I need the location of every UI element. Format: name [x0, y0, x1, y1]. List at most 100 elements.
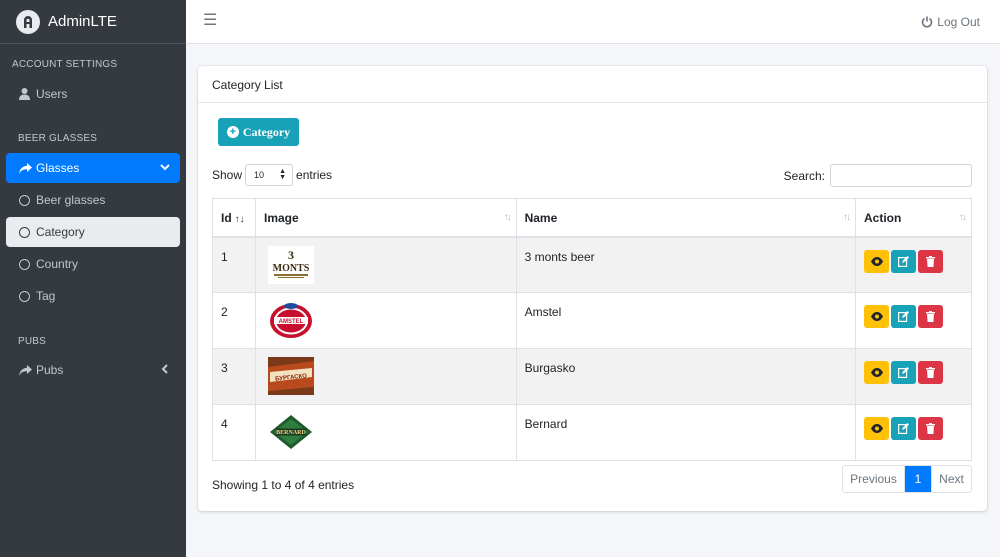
cell-actions: [855, 404, 972, 461]
delete-button[interactable]: [918, 361, 944, 384]
share-icon: [19, 364, 33, 376]
circle-icon: [19, 194, 33, 206]
sidebar-item-label: Tag: [36, 289, 56, 303]
burgasko-logo: БУРГАСКО: [267, 357, 314, 395]
edit-button[interactable]: [891, 361, 917, 384]
cell-name: Amstel: [515, 292, 857, 349]
edit-icon: [898, 255, 910, 267]
svg-text:AMSTEL: AMSTEL: [279, 319, 304, 325]
view-button[interactable]: [864, 417, 890, 440]
view-button[interactable]: [864, 361, 890, 384]
edit-icon: [898, 367, 910, 378]
sidebar-item-beer-glasses[interactable]: Beer glasses: [6, 185, 180, 215]
sidebar-item-tag[interactable]: Tag: [6, 281, 180, 311]
sort-icon: ↑↓: [843, 212, 851, 223]
svg-text:BERNARD: BERNARD: [276, 430, 306, 436]
trash-icon: [926, 367, 936, 378]
delete-button[interactable]: [918, 305, 944, 328]
cell-actions: [855, 348, 972, 405]
section-account-settings: ACCOUNT SETTINGS: [12, 59, 118, 70]
sort-icon: ↑↓: [503, 212, 512, 223]
column-header-action[interactable]: Action ↑↓: [855, 198, 972, 238]
entries-label: entries: [296, 168, 333, 182]
delete-button[interactable]: [918, 417, 944, 440]
edit-button[interactable]: [891, 249, 917, 273]
select-arrows-icon: ▲ ▼: [279, 168, 287, 181]
cell-id: 4: [212, 404, 256, 461]
circle-icon: [19, 226, 33, 238]
amstel-logo: AMSTEL: [267, 301, 314, 339]
circle-icon: [19, 258, 33, 270]
sidebar-item-category[interactable]: Category: [6, 217, 180, 247]
sidebar-item-label: Category: [36, 225, 85, 239]
table-row: 1 3 MONTS 3 monts beer: [212, 236, 972, 293]
table-row: 4 BERNARD Bernard: [212, 404, 972, 461]
logout-label: Log Out: [937, 15, 980, 29]
column-header-image[interactable]: Image ↑↓: [254, 198, 517, 238]
circle-icon: [19, 290, 33, 302]
eye-icon: [870, 256, 883, 266]
eye-icon: [870, 368, 883, 377]
power-icon: [922, 16, 933, 28]
pagination: Previous 1 Next: [842, 465, 972, 493]
chevron-down-icon: [160, 161, 170, 175]
view-button[interactable]: [864, 305, 890, 328]
view-button[interactable]: [864, 249, 890, 273]
brand[interactable]: AdminLTE: [0, 0, 186, 44]
3-monts-logo: 3MONTS: [267, 245, 314, 284]
column-header-id[interactable]: Id ↑↓: [212, 198, 256, 238]
cell-image: БУРГАСКО: [254, 348, 517, 405]
section-pubs: PUBS: [18, 336, 47, 347]
show-label: Show: [212, 168, 243, 182]
cell-id: 2: [212, 292, 256, 349]
pagination-next[interactable]: Next: [931, 466, 971, 492]
bernard-logo: BERNARD: [267, 413, 314, 451]
card-title: Category List: [198, 66, 987, 103]
brand-logo-icon: [16, 9, 40, 34]
cell-actions: [855, 292, 972, 349]
category-table: Id ↑↓ Image ↑↓ Name ↑↓ Action ↑↓ 1 3 MONTS 3 …: [212, 198, 972, 461]
cell-image: AMSTEL: [254, 292, 517, 349]
cell-id: 1: [212, 236, 256, 293]
add-category-button[interactable]: + Category: [218, 118, 299, 146]
sidebar-item-pubs[interactable]: Pubs: [6, 355, 180, 385]
delete-button[interactable]: [918, 249, 944, 273]
pagination-page-1[interactable]: 1: [905, 466, 931, 492]
eye-icon: [870, 424, 883, 433]
search-input[interactable]: [830, 164, 972, 187]
edit-button[interactable]: [891, 417, 917, 440]
sidebar-item-users[interactable]: Users: [6, 79, 180, 109]
share-icon: [19, 162, 33, 174]
plus-circle-icon: +: [226, 126, 239, 138]
sidebar-item-glasses[interactable]: Glasses: [6, 153, 180, 183]
sidebar-item-label: Beer glasses: [36, 193, 106, 207]
table-row: 3 БУРГАСКО Burgasko: [212, 348, 972, 405]
pagination-previous[interactable]: Previous: [843, 466, 905, 492]
user-icon: [19, 88, 33, 100]
section-beer-glasses: BEER GLASSES: [18, 133, 98, 144]
category-card: Category List + Category Show 10 ▲ ▼ entr…: [198, 66, 987, 511]
trash-icon: [926, 255, 936, 267]
sort-asc-icon: ↑↓: [234, 214, 245, 225]
column-header-name[interactable]: Name ↑↓: [515, 198, 857, 238]
brand-name: AdminLTE: [48, 13, 117, 30]
edit-button[interactable]: [891, 305, 917, 328]
search-label: Search:: [783, 168, 825, 183]
logout-link[interactable]: Log Out: [921, 15, 980, 29]
sidebar-item-label: Country: [36, 257, 79, 271]
sidebar-item-label: Pubs: [36, 363, 64, 377]
entries-select[interactable]: 10 ▲ ▼: [245, 164, 294, 186]
table-info: Showing 1 to 4 of 4 entries: [212, 478, 355, 492]
trash-icon: [926, 311, 936, 322]
sidebar-item-label: Users: [36, 87, 68, 101]
hamburger-menu-icon[interactable]: ☰: [203, 13, 217, 29]
sidebar-item-country[interactable]: Country: [6, 249, 180, 279]
top-navbar: ☰ Log Out: [186, 0, 1000, 44]
chevron-left-icon: [160, 363, 170, 377]
sidebar-item-label: Glasses: [36, 161, 80, 175]
cell-name: Burgasko: [515, 348, 857, 405]
cell-actions: [855, 236, 972, 293]
cell-image: 3 MONTS: [254, 236, 517, 293]
search-control: Search:: [784, 164, 972, 187]
edit-icon: [898, 423, 910, 434]
